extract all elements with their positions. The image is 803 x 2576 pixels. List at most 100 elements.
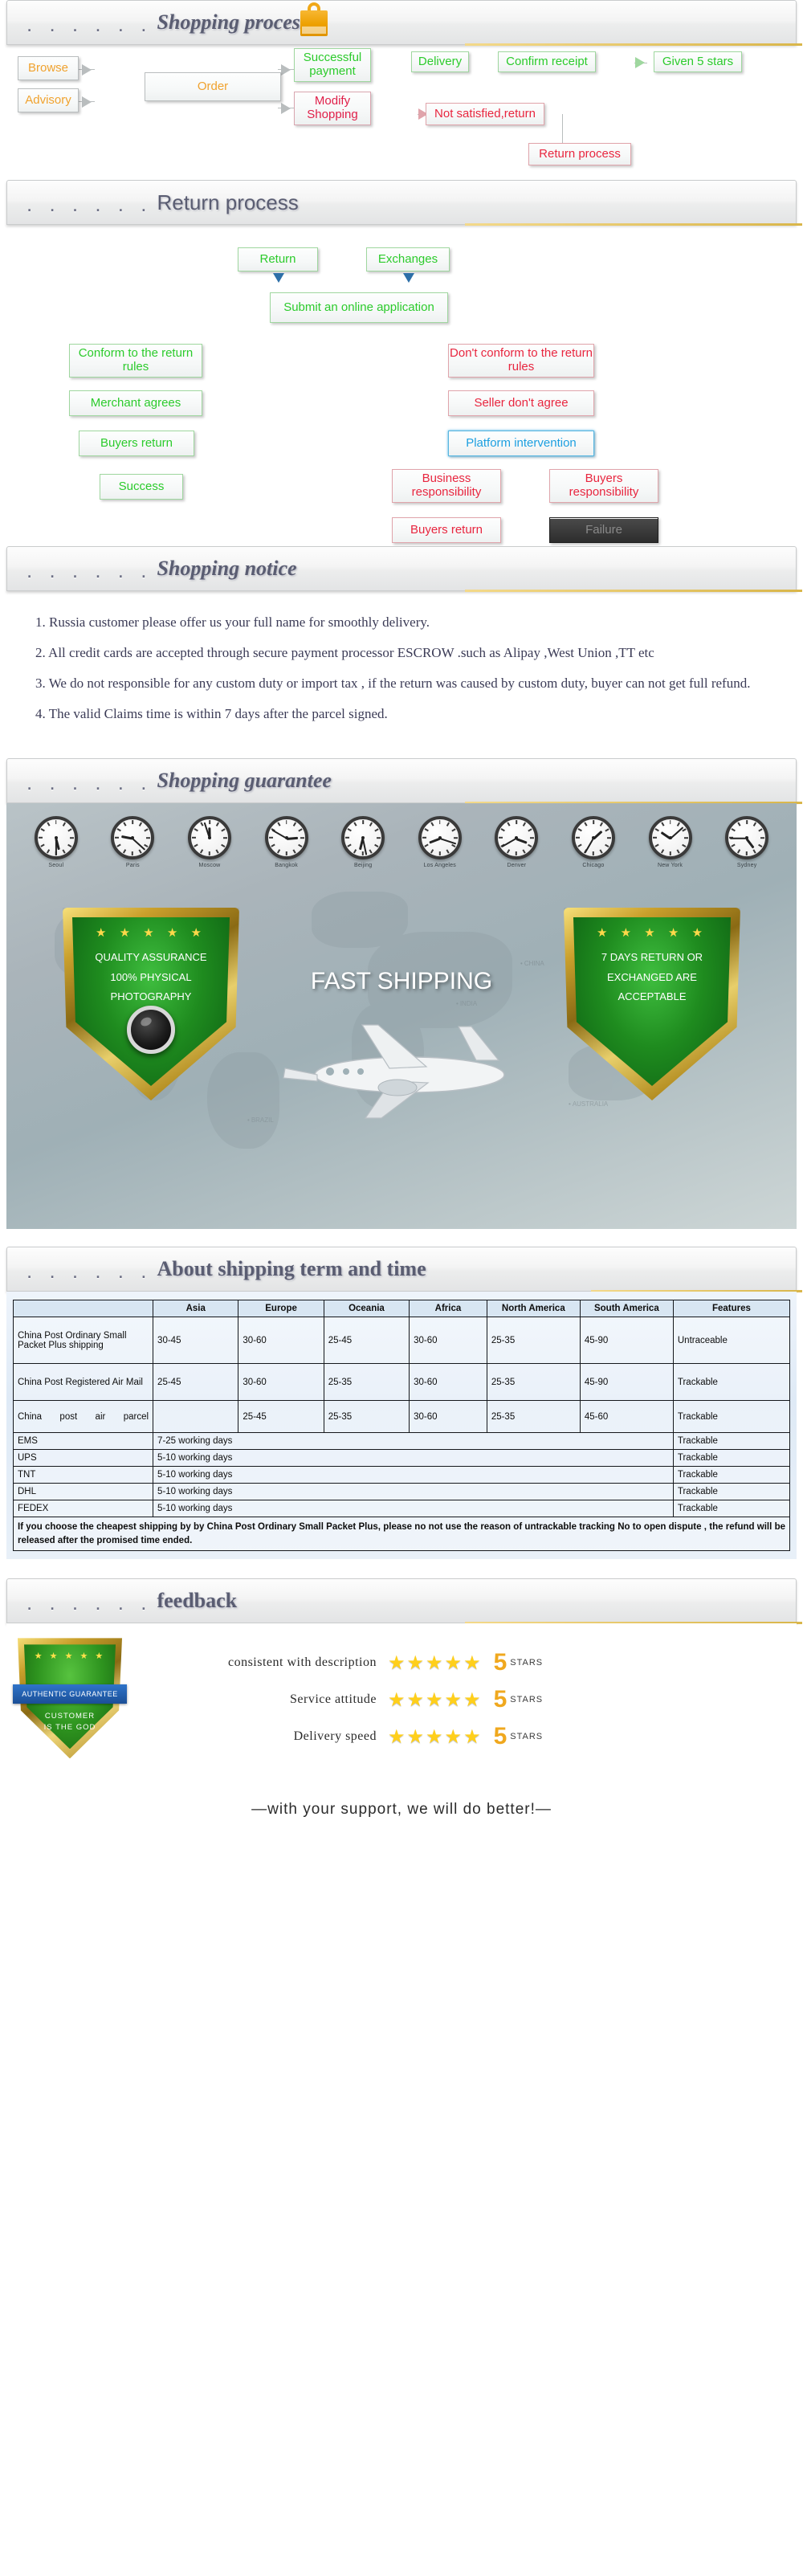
feedback-section: . . . . . . feedback ★ ★ ★ ★ ★ AUTHENTIC… [0, 1578, 803, 1835]
cell-features: Trackable [672, 1449, 791, 1467]
shield-stars: ★ ★ ★ ★ ★ [96, 926, 206, 940]
arrow-icon [635, 57, 645, 68]
rating-score: 5 [493, 1723, 507, 1750]
arrow-icon [82, 96, 92, 108]
product-description-page: . . . . . . Shopping process Browse Advi… [0, 0, 803, 1835]
flow-box-return[interactable]: Return [238, 247, 318, 271]
cell-north-america: 25-35 [486, 1363, 581, 1401]
flow-box-buyers-return-left[interactable]: Buyers return [79, 431, 194, 456]
rating-label: consistent with description [227, 1655, 377, 1670]
flow-box-seller-dont-agree[interactable]: Seller don't agree [448, 390, 594, 416]
cell-service: China Post Registered Air Mail [12, 1363, 154, 1401]
cell-europe: 25-45 [238, 1400, 324, 1433]
col-service [12, 1300, 154, 1317]
flow-box-platform-intervention[interactable]: Platform intervention [448, 431, 594, 456]
return-flow-diagram: Return Exchanges Submit an online applic… [0, 225, 803, 566]
flow-box-advisory[interactable]: Advisory [18, 88, 79, 112]
section-title: feedback [157, 1589, 238, 1613]
cell-europe: 30-60 [238, 1317, 324, 1364]
flow-box-not-conform-return-rules[interactable]: Don't conform to the return rules [448, 344, 594, 378]
clock-face [264, 816, 308, 859]
col-asia: Asia [153, 1300, 239, 1317]
header-underline [464, 590, 802, 592]
table-row: UPS 5-10 working days Trackable [12, 1449, 791, 1467]
flow-box-given-5-stars[interactable]: Given 5 stars [654, 51, 742, 72]
shopping-guarantee-header: . . . . . . Shopping guarantee [6, 758, 802, 804]
shield-line-3: ACCEPTABLE [618, 990, 687, 1003]
col-south-america: South America [579, 1300, 674, 1317]
cell-features: Trackable [672, 1432, 791, 1450]
cell-service: China Post Ordinary Small Packet Plus sh… [12, 1317, 154, 1364]
section-title: Shopping notice [157, 557, 297, 580]
flow-box-failure[interactable]: Failure [549, 517, 658, 543]
col-oceania: Oceania [323, 1300, 410, 1317]
cell-asia [153, 1400, 239, 1433]
cell-oceania: 25-45 [323, 1317, 410, 1364]
table-row: China Post Registered Air Mail 25-45 30-… [12, 1363, 791, 1401]
col-north-america: North America [486, 1300, 581, 1317]
returns-policy-shield: ★ ★ ★ ★ ★ 7 DAYS RETURN OR EXCHANGED ARE… [564, 908, 740, 1100]
cell-south-america: 45-90 [579, 1317, 674, 1364]
cell-africa: 30-60 [409, 1363, 487, 1401]
clock-face [111, 816, 155, 859]
flow-box-success[interactable]: Success [100, 474, 183, 500]
cell-europe: 30-60 [238, 1363, 324, 1401]
cell-oceania: 25-35 [323, 1363, 410, 1401]
camera-lens-icon [127, 1006, 175, 1054]
header-dots: . . . . . . [26, 12, 153, 36]
cell-features: Trackable [672, 1483, 791, 1500]
rating-stars-icon: ★★★★★ [388, 1725, 483, 1748]
shield-stars: ★ ★ ★ ★ ★ [597, 926, 707, 940]
cell-days: 5-10 working days [153, 1466, 674, 1484]
flow-box-buyers-responsibility[interactable]: Buyers responsibility [549, 469, 658, 503]
rating-label: Delivery speed [293, 1729, 377, 1744]
cell-features: Trackable [672, 1363, 791, 1401]
flow-box-exchanges[interactable]: Exchanges [366, 247, 450, 271]
flow-box-submit-online-application[interactable]: Submit an online application [270, 292, 448, 323]
notice-item: 2. All credit cards are accepted through… [35, 645, 654, 660]
flow-box-business-responsibility[interactable]: Business responsibility [392, 469, 501, 503]
flow-box-browse[interactable]: Browse [18, 56, 79, 80]
shield-stars: ★ ★ ★ ★ ★ [34, 1651, 106, 1662]
feedback-rating-rows: consistent with description ★★★★★ 5 STAR… [207, 1644, 543, 1755]
guarantee-banner: Seoul Paris Moscow Bangkok Beijing Los Angele… [6, 803, 797, 1229]
rating-unit: STARS [510, 1695, 544, 1705]
cell-service: EMS [12, 1432, 154, 1450]
clock-face [571, 816, 615, 859]
arrow-icon [82, 64, 92, 76]
cell-africa: 30-60 [409, 1317, 487, 1364]
cell-service: China post air parcel [12, 1400, 154, 1433]
col-africa: Africa [409, 1300, 487, 1317]
cell-days: 5-10 working days [153, 1483, 674, 1500]
cell-north-america: 25-35 [486, 1317, 581, 1364]
rating-score: 5 [493, 1686, 507, 1713]
cell-features: Untraceable [672, 1317, 791, 1364]
section-title: About shipping term and time [157, 1257, 426, 1280]
flow-box-buyers-return-right[interactable]: Buyers return [392, 517, 501, 543]
shipping-table: Asia Europe Oceania Africa North America… [12, 1300, 791, 1552]
rating-label: Service attitude [290, 1692, 377, 1707]
map-label: CHINA [520, 960, 544, 967]
shipping-term-section: . . . . . . About shipping term and time… [0, 1247, 803, 1561]
shield-text: QUALITY ASSURANCE 100% PHYSICAL PHOTOGRA… [63, 948, 239, 1007]
flow-box-delivery[interactable]: Delivery [411, 51, 469, 72]
fast-shipping-text: FAST SHIPPING [310, 968, 493, 994]
header-dots: . . . . . . [26, 770, 153, 794]
flow-box-modify-shopping[interactable]: Modify Shopping [294, 92, 371, 125]
header-dots: . . . . . . [26, 1590, 153, 1615]
section-title: Shopping guarantee [157, 769, 332, 792]
flow-box-not-satisfied-return[interactable]: Not satisfied,return [426, 103, 544, 125]
cell-service: UPS [12, 1449, 154, 1467]
feedback-header: . . . . . . feedback [6, 1578, 802, 1625]
flow-box-successful-payment[interactable]: Successful payment [294, 48, 371, 82]
flow-box-conform-to-return-rules[interactable]: Conform to the return rules [69, 344, 202, 378]
cell-asia: 30-45 [153, 1317, 239, 1364]
flow-box-return-process[interactable]: Return process [528, 143, 631, 165]
flow-box-confirm-receipt[interactable]: Confirm receipt [498, 51, 596, 72]
flow-box-order[interactable]: Order [145, 72, 281, 101]
rating-score: 5 [493, 1649, 507, 1676]
flow-box-merchant-agrees[interactable]: Merchant agrees [69, 390, 202, 416]
clock-face [725, 816, 769, 859]
authentic-guarantee-shield: ★ ★ ★ ★ ★ AUTHENTIC GUARANTEE CUSTOMER I… [13, 1638, 127, 1759]
cell-days: 5-10 working days [153, 1500, 674, 1517]
